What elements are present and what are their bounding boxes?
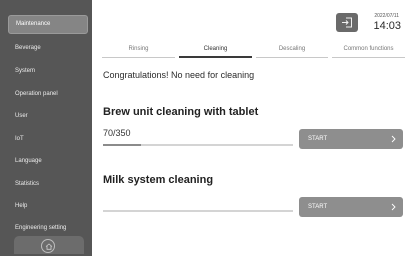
sidebar-item-statistics[interactable]: Statistics [8,176,88,192]
status-message: Congratulations! No need for cleaning [103,70,255,80]
sidebar-item-system[interactable]: System [8,63,88,79]
sidebar-item-language[interactable]: Language [8,153,88,169]
sidebar-item-maintenance[interactable]: Maintenance [8,15,88,34]
sidebar-item-beverage[interactable]: Beverage [8,40,88,56]
sidebar-item-engineering-setting[interactable]: Engineering setting [8,220,88,236]
logout-button[interactable] [336,13,358,32]
home-icon [41,239,55,253]
tab-cleaning[interactable]: Cleaning [179,42,252,58]
time-label: 14:03 [373,20,401,32]
brew-progress-bar [103,144,293,146]
milk-progress-bar [103,210,293,212]
chevron-right-icon [391,203,396,211]
sidebar: Maintenance Beverage System Operation pa… [0,0,92,256]
sidebar-item-help[interactable]: Help [8,198,88,214]
brew-start-label: START [308,136,328,142]
milk-start-label: START [308,204,328,210]
logout-icon [342,17,352,28]
tab-bar: Rinsing Cleaning Descaling Common functi… [102,42,405,58]
home-button[interactable] [14,236,84,254]
milk-system-cleaning-title: Milk system cleaning [103,174,214,186]
tab-rinsing[interactable]: Rinsing [102,42,175,58]
chevron-right-icon [391,135,396,143]
brew-progress-fill [103,144,141,146]
app-window: Maintenance Beverage System Operation pa… [0,0,413,256]
sidebar-item-operation-panel[interactable]: Operation panel [8,86,88,102]
tab-descaling[interactable]: Descaling [256,42,328,58]
sidebar-item-iot[interactable]: IoT [8,131,88,147]
date-label: 2022/07/11 [374,13,399,19]
brew-cycle-counter: 70/350 [103,128,131,138]
sidebar-item-user[interactable]: User [8,108,88,124]
tab-common-functions[interactable]: Common functions [332,42,405,58]
brew-start-button[interactable]: START [299,129,403,149]
milk-start-button[interactable]: START [299,197,403,217]
brew-unit-cleaning-title: Brew unit cleaning with tablet [103,106,259,118]
